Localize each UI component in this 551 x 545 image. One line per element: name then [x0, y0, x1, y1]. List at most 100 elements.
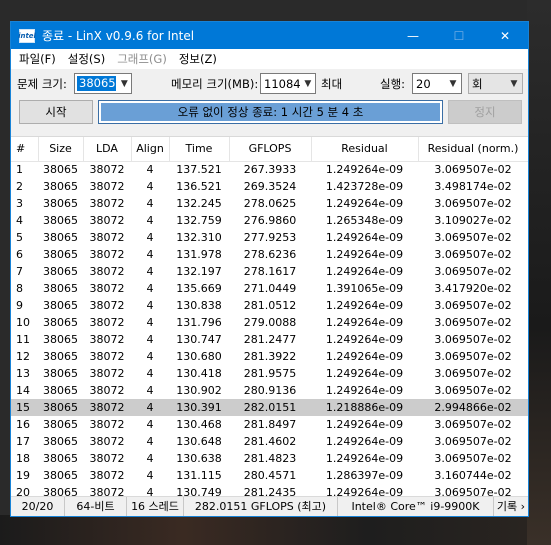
run-count-select[interactable]: 20 ▼	[412, 73, 462, 94]
table-cell: 38072	[89, 180, 125, 193]
table-row[interactable]: 8 38065 38072 4 135.669 271.0449 1.391065e-09 3…	[11, 280, 528, 297]
table-cell: 1.249264e-09	[325, 197, 404, 210]
table-cell: 1.249264e-09	[325, 367, 404, 380]
table-row[interactable]: 5 38065 38072 4 132.310 277.9253 1.249264e-09 3…	[11, 229, 528, 246]
column-header[interactable]: #	[11, 137, 39, 162]
column-header[interactable]: GFLOPS	[229, 137, 312, 162]
results-table[interactable]: # Size LDA Align Time GFLOPS Residual Residual …	[11, 136, 528, 497]
table-cell: 38072	[89, 214, 125, 227]
table-row[interactable]: 3 38065 38072 4 132.245 278.0625 1.249264e-09 3…	[11, 195, 528, 212]
stop-button[interactable]: 정지	[448, 100, 522, 124]
table-cell: 1.249264e-09	[325, 231, 404, 244]
table-cell: 38072	[89, 197, 125, 210]
table-cell: 3.069507e-02	[434, 452, 512, 465]
table-row[interactable]: 11 38065 38072 4 130.747 281.2477 1.249264e-09…	[11, 331, 528, 348]
column-header[interactable]: Time	[169, 137, 230, 162]
minimize-button[interactable]: —	[390, 22, 436, 49]
table-cell: 281.0512	[243, 299, 297, 312]
table-cell: 130.468	[176, 418, 222, 431]
table-cell: 38065	[38, 399, 83, 416]
menu-file[interactable]: 파일(F)	[13, 49, 62, 69]
table-row[interactable]: 14 38065 38072 4 130.902 280.9136 1.249264e-09…	[11, 382, 528, 399]
menu-settings[interactable]: 설정(S)	[62, 49, 111, 69]
table-cell: 38072	[89, 333, 125, 346]
table-cell: 38065	[43, 299, 78, 312]
table-cell: 278.0625	[243, 197, 297, 210]
desktop-background	[0, 515, 551, 545]
table-cell: 18	[16, 452, 30, 465]
table-cell: 38072	[89, 316, 125, 329]
table-cell: 3.069507e-02	[434, 163, 512, 177]
table-cell: 38065	[43, 316, 78, 329]
table-cell: 38065	[43, 435, 78, 448]
table-cell: 6	[16, 248, 23, 261]
table-cell: 1.391065e-09	[325, 282, 404, 295]
table-row[interactable]: 19 38065 38072 4 131.115 280.4571 1.286397e-09…	[11, 467, 528, 484]
table-row[interactable]: 10 38065 38072 4 131.796 279.0088 1.249264e-09…	[11, 314, 528, 331]
table-cell: 38072	[89, 231, 125, 244]
table-cell: 38072	[89, 435, 125, 448]
table-row[interactable]: 12 38065 38072 4 130.680 281.3922 1.249264e-09…	[11, 348, 528, 365]
table-cell: 38065	[43, 180, 78, 193]
table-cell: 4	[146, 316, 154, 329]
log-button[interactable]: 기록 ›	[494, 497, 528, 517]
run-progress: 20/20	[11, 496, 65, 516]
table-cell: 38065	[43, 197, 78, 210]
table-row[interactable]: 6 38065 38072 4 131.978 278.6236 1.249264e-09 3…	[11, 246, 528, 263]
table-cell: 3.069507e-02	[434, 299, 512, 312]
table-cell: 10	[16, 316, 30, 329]
table-cell: 38072	[89, 384, 125, 397]
table-cell: 2	[16, 180, 23, 193]
menu-bar: 파일(F) 설정(S) 그래프(G) 정보(Z)	[11, 49, 528, 69]
table-row[interactable]: 15 38065 38072 4 130.391 282.0151 1.218886e-09…	[11, 399, 528, 416]
start-button[interactable]: 시작	[19, 100, 93, 124]
table-row[interactable]: 13 38065 38072 4 130.418 281.9575 1.249264e-09…	[11, 365, 528, 382]
table-row[interactable]: 1 38065 38072 4 137.521 267.3933 1.249264e-09 3…	[11, 161, 528, 178]
table-row[interactable]: 7 38065 38072 4 132.197 278.1617 1.249264e-09 3…	[11, 263, 528, 280]
menu-graph[interactable]: 그래프(G)	[111, 49, 173, 69]
status-bar: 20/20 64-비트 16 스레드 282.0151 GFLOPS (최고) …	[11, 496, 528, 516]
max-button[interactable]: 최대	[321, 76, 342, 92]
table-cell: 130.680	[176, 350, 222, 363]
table-row[interactable]: 4 38065 38072 4 132.759 276.9860 1.265348e-09 3…	[11, 212, 528, 229]
table-cell: 3.069507e-02	[434, 384, 512, 397]
table-row[interactable]: 9 38065 38072 4 130.838 281.0512 1.249264e-09 3…	[11, 297, 528, 314]
memory-select[interactable]: 11084 ▼	[260, 73, 316, 94]
table-cell: 131.978	[176, 248, 222, 261]
column-header[interactable]: LDA	[83, 137, 132, 162]
table-cell: 271.0449	[243, 282, 297, 295]
table-cell: 281.8497	[243, 418, 297, 431]
best-gflops: 282.0151 GFLOPS (최고)	[184, 496, 338, 516]
close-button[interactable]: ✕	[482, 22, 528, 49]
table-cell: 4	[146, 367, 154, 380]
run-unit-select[interactable]: 회 ▼	[468, 73, 523, 94]
table-cell: 267.3933	[243, 163, 297, 177]
title-bar[interactable]: intel 종료 - LinX v0.9.6 for Intel — ☐ ✕	[11, 22, 528, 49]
column-header[interactable]: Residual	[311, 137, 419, 162]
column-header[interactable]: Residual (norm.)	[418, 137, 528, 162]
table-cell: 38065	[43, 418, 78, 431]
maximize-button[interactable]: ☐	[436, 22, 482, 49]
problem-size-select[interactable]: 38065 ▼	[74, 73, 132, 94]
table-cell: 1.249264e-09	[325, 418, 404, 431]
menu-info[interactable]: 정보(Z)	[173, 49, 223, 69]
table-cell: 278.6236	[243, 248, 297, 261]
table-row[interactable]: 16 38065 38072 4 130.468 281.8497 1.249264e-09…	[11, 416, 528, 433]
table-cell: 1.249264e-09	[325, 163, 404, 177]
column-header[interactable]: Size	[38, 137, 84, 162]
table-cell: 3.417920e-02	[434, 282, 512, 295]
table-row[interactable]: 17 38065 38072 4 130.648 281.4602 1.249264e-09…	[11, 433, 528, 450]
table-cell: 278.1617	[243, 265, 297, 278]
table-cell: 1.218886e-09	[311, 399, 418, 416]
table-cell: 38072	[89, 248, 125, 261]
table-cell: 1.249264e-09	[325, 248, 404, 261]
table-cell: 38065	[43, 163, 78, 177]
table-cell: 4	[146, 452, 154, 465]
table-header: # Size LDA Align Time GFLOPS Residual Residual …	[11, 137, 528, 162]
table-cell: 3.069507e-02	[434, 316, 512, 329]
table-row[interactable]: 18 38065 38072 4 130.638 281.4823 1.249264e-09…	[11, 450, 528, 467]
table-cell: 4	[146, 248, 154, 261]
table-row[interactable]: 2 38065 38072 4 136.521 269.3524 1.423728e-09 3…	[11, 178, 528, 195]
table-cell: 137.521	[176, 163, 222, 177]
column-header[interactable]: Align	[131, 137, 170, 162]
